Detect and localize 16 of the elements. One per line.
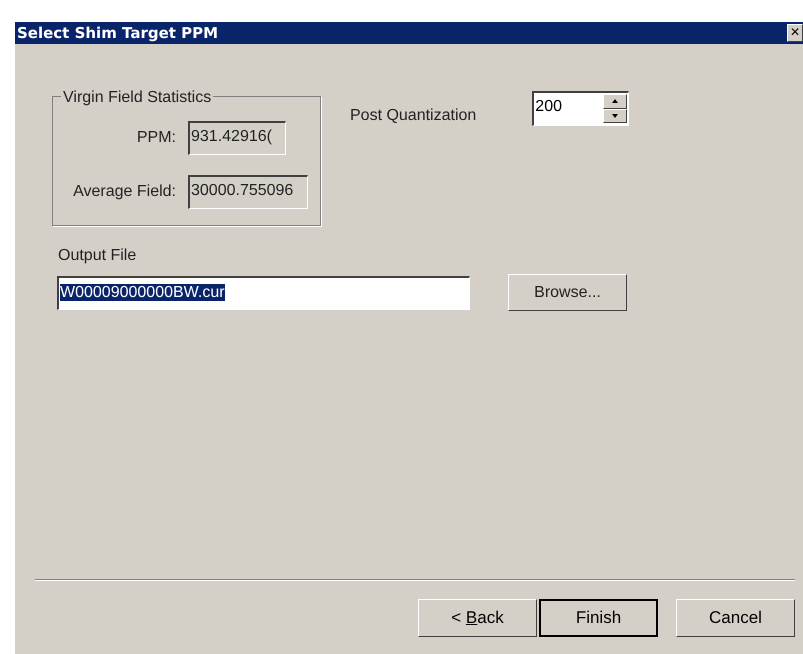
output-file-label: Output File (58, 246, 138, 266)
browse-button[interactable]: Browse... (508, 274, 627, 311)
field-label: PPM: (136, 128, 176, 148)
post-quantization-label: Post Quantization (350, 106, 476, 126)
readonly-field: 30000.755096 (188, 175, 308, 209)
field-label: Average Field: (73, 182, 176, 202)
output-file-field[interactable]: W00009000000BW.cur (57, 276, 470, 310)
cancel-button[interactable]: Cancel (676, 599, 795, 637)
window-title: Select Shim Target PPM (17, 22, 218, 44)
spin-box[interactable]: 200 (532, 91, 630, 126)
finish-button[interactable]: Finish (539, 599, 658, 637)
spin-down-icon[interactable] (603, 108, 628, 123)
readonly-field: 931.42916( (188, 121, 286, 155)
close-button[interactable]: × (787, 24, 803, 42)
back-button[interactable]: < Back (418, 599, 537, 637)
spin-up-icon[interactable] (603, 94, 628, 108)
